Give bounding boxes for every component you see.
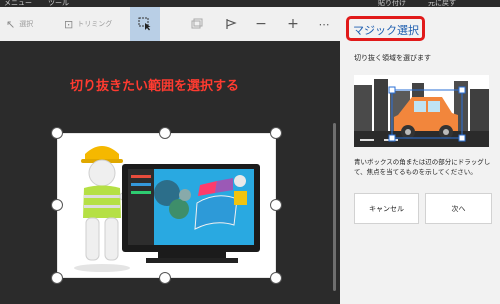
crop-icon: ⊡ <box>64 17 74 31</box>
pane-title: マジック選択 <box>353 24 419 37</box>
canvas-title: 切り抜きたい範囲を選択する <box>70 79 240 94</box>
magic-select-pane: マジック選択 切り抜く領域を選びます 青いボックスの角または辺の部分にドラッグし… <box>340 7 500 304</box>
handle-top-right[interactable] <box>270 127 282 139</box>
handle-top-left[interactable] <box>51 127 63 139</box>
trim-tool-label: トリミング <box>77 20 113 28</box>
undo-menu-label[interactable]: 元に戻す <box>428 0 456 7</box>
select-tool[interactable]: ↖ 選択 <box>6 7 33 41</box>
tools-menu-label[interactable]: ツール <box>48 0 69 7</box>
effects-button[interactable] <box>186 7 208 41</box>
photo[interactable] <box>57 133 276 278</box>
handle-bottom-left[interactable] <box>51 272 63 284</box>
zoom-out-button[interactable]: − <box>250 7 272 41</box>
handle-bottom-right[interactable] <box>270 272 282 284</box>
toolbar: ↖ 選択 ⊡ トリミング − + ⋯ <box>0 7 340 41</box>
select-arrow-icon: ↖ <box>6 17 16 31</box>
plus-icon: + <box>287 16 299 32</box>
flag-icon <box>226 19 237 29</box>
trim-tool[interactable]: ⊡ トリミング <box>64 7 112 41</box>
handle-right[interactable] <box>270 199 282 211</box>
magic-select-icon <box>138 17 151 31</box>
handle-bottom[interactable] <box>159 272 171 284</box>
effects-icon <box>191 18 203 29</box>
paste-menu-label[interactable]: 貼り付け <box>378 0 406 7</box>
magic-select-button[interactable] <box>130 7 160 41</box>
photo-illustration <box>74 146 260 272</box>
minus-icon: − <box>255 16 267 32</box>
flag-button[interactable] <box>220 7 242 41</box>
handle-top[interactable] <box>159 127 171 139</box>
monitor-figure <box>122 164 260 263</box>
handle-left[interactable] <box>51 199 63 211</box>
pane-subtitle: 切り抜く領域を選びます <box>354 54 431 62</box>
city-car-illustration <box>354 75 489 147</box>
more-icon: ⋯ <box>318 17 330 31</box>
pane-description: 青いボックスの角または辺の部分にドラッグして、焦点を当てるものを示してください。 <box>354 158 491 176</box>
next-button[interactable]: 次へ <box>425 193 492 224</box>
more-button[interactable]: ⋯ <box>313 7 335 41</box>
menu-strip: メニュー ツール 貼り付け 元に戻す <box>0 0 500 7</box>
zoom-in-button[interactable]: + <box>282 7 304 41</box>
cancel-button[interactable]: キャンセル <box>354 193 419 224</box>
canvas[interactable]: 切り抜きたい範囲を選択する <box>0 41 340 304</box>
select-tool-label: 選択 <box>19 20 34 28</box>
canvas-scrollbar[interactable] <box>333 123 336 291</box>
example-illustration <box>354 75 489 147</box>
menu-label[interactable]: メニュー <box>4 0 32 7</box>
